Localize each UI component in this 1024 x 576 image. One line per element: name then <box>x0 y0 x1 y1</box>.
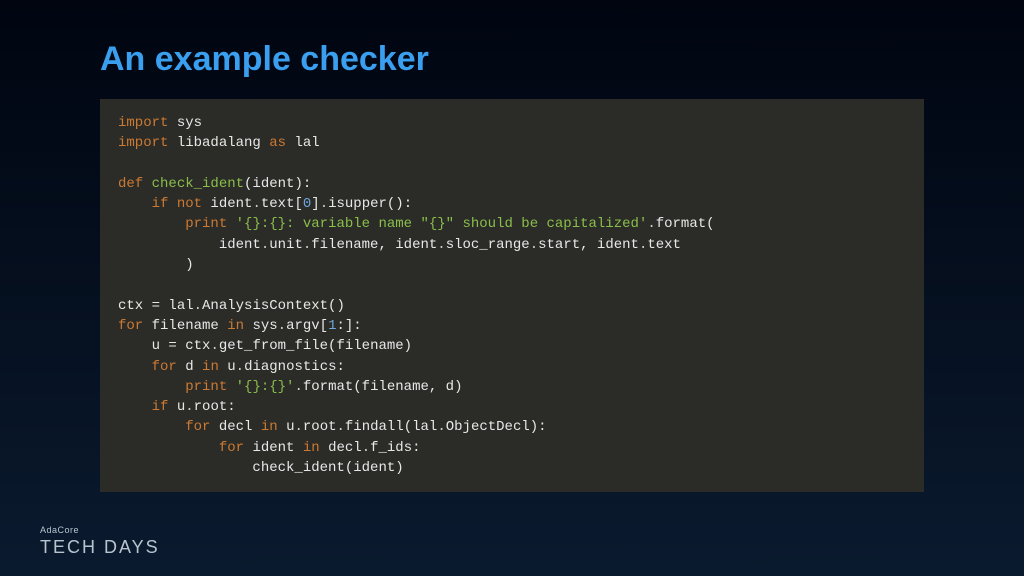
code-line-2: import libadalang as lal <box>118 135 320 151</box>
slide-title: An example checker <box>100 40 924 79</box>
footer-branding: AdaCore TECH DAYS <box>40 525 160 558</box>
code-line-1: import sys <box>118 115 202 131</box>
code-line-12: u = ctx.get_from_file(filename) <box>118 338 412 354</box>
code-line-11: for filename in sys.argv[1:]: <box>118 318 362 334</box>
code-line-15: if u.root: <box>118 399 236 415</box>
code-line-16: for decl in u.root.findall(lal.ObjectDec… <box>118 419 547 435</box>
code-line-8: ) <box>118 257 194 273</box>
code-line-18: check_ident(ident) <box>118 460 404 476</box>
footer-brand: AdaCore <box>40 525 160 535</box>
code-line-10: ctx = lal.AnalysisContext() <box>118 298 345 314</box>
code-line-4: def check_ident(ident): <box>118 176 311 192</box>
code-line-7: ident.unit.filename, ident.sloc_range.st… <box>118 237 681 253</box>
code-line-17: for ident in decl.f_ids: <box>118 440 421 456</box>
code-line-13: for d in u.diagnostics: <box>118 359 345 375</box>
slide: An example checker import sys import lib… <box>0 0 1024 576</box>
footer-event: TECH DAYS <box>40 537 160 558</box>
code-line-14: print '{}:{}'.format(filename, d) <box>118 379 463 395</box>
code-line-6: print '{}:{}: variable name "{}" should … <box>118 216 715 232</box>
code-block: import sys import libadalang as lal def … <box>100 99 924 492</box>
code-line-5: if not ident.text[0].isupper(): <box>118 196 412 212</box>
